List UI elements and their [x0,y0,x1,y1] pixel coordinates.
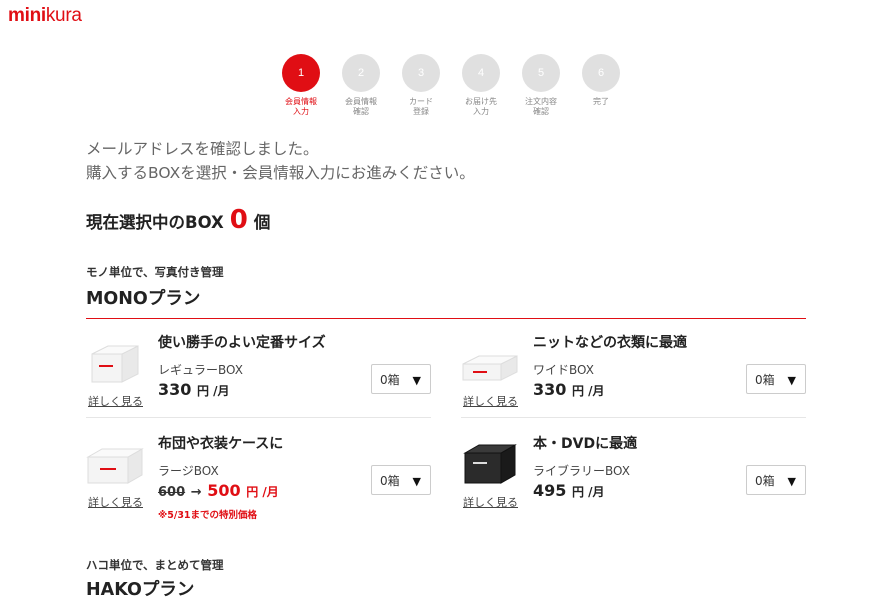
item-divider [461,417,806,418]
intro-message: メールアドレスを確認しました。 購入するBOXを選択・会員情報入力にお進みくださ… [86,137,475,185]
step-5: 5 注文内容 確認 [511,54,571,117]
product-library-box: 詳しく見る 本・DVDに最適 ライブラリーBOX 495 円 /月 0箱 ▼ [461,421,806,523]
intro-line-2: 購入するBOXを選択・会員情報入力にお進みください。 [86,164,475,182]
selected-unit: 個 [253,213,271,232]
product-title: ニットなどの衣類に最適 [533,335,687,351]
product-price: 330 円 /月 [533,380,605,399]
caret-down-icon: ▼ [787,374,796,387]
product-name: ワイドBOX [533,363,594,377]
step-label: カード 登録 [409,97,433,116]
sale-price: 500 円 /月 [207,481,279,500]
step-label: 会員情報 確認 [345,97,377,116]
price-unit: 円 /月 [571,485,605,499]
step-number: 5 [522,54,560,92]
details-link[interactable]: 詳しく見る [463,393,518,409]
product-name: ライブラリーBOX [533,464,630,478]
step-1: 1 会員情報 入力 [271,54,331,117]
price-unit: 円 /月 [571,384,605,398]
step-label: 会員情報 入力 [285,97,317,116]
details-link[interactable]: 詳しく見る [88,494,143,510]
quantity-value: 0箱 [755,473,775,488]
library-box-image [463,444,517,484]
item-divider [86,417,431,418]
selected-label: 現在選択中のBOX [86,213,224,232]
mono-plan-title: MONOプラン [86,289,201,309]
selected-count: 0 [229,205,248,235]
quantity-value: 0箱 [380,473,400,488]
product-regular-box: 詳しく見る 使い勝手のよい定番サイズ レギュラーBOX 330 円 /月 0箱 ▼ [86,320,431,422]
price-value: 330 [533,380,567,399]
price-value: 500 [207,481,241,500]
step-6: 6 完了 [571,54,631,117]
step-2: 2 会員情報 確認 [331,54,391,117]
step-label: 完了 [593,97,609,106]
large-box-image [86,448,144,484]
quantity-value: 0箱 [380,372,400,387]
wide-box-image [462,355,518,381]
product-name: レギュラーBOX [158,363,243,377]
quantity-select[interactable]: 0箱 ▼ [371,465,431,495]
minikura-logo[interactable]: minikura [8,5,82,27]
step-number: 4 [462,54,500,92]
product-title: 使い勝手のよい定番サイズ [158,335,326,351]
selected-box-count: 現在選択中のBOX 0 個 [86,205,270,235]
step-number: 6 [582,54,620,92]
special-price-note: ※5/31までの特別価格 [158,510,258,521]
price-value: 330 [158,380,192,399]
hako-plan-title: HAKOプラン [86,580,195,600]
regular-box-image [91,345,139,383]
product-large-box: 詳しく見る 布団や衣装ケースに ラージBOX 600 → 500 円 /月 ※5… [86,421,431,523]
progress-steps: 1 会員情報 入力 2 会員情報 確認 3 カード 登録 4 お届け先 入力 5… [271,54,631,117]
caret-down-icon: ▼ [787,475,796,488]
step-label: 注文内容 確認 [525,97,557,116]
product-price: 330 円 /月 [158,380,230,399]
caret-down-icon: ▼ [412,374,421,387]
step-label: お届け先 入力 [465,97,497,116]
step-number: 1 [282,54,320,92]
caret-down-icon: ▼ [412,475,421,488]
mono-plan-subtitle: モノ単位で、写真付き管理 [86,265,224,279]
step-number: 2 [342,54,380,92]
product-price: 495 円 /月 [533,481,605,500]
quantity-select[interactable]: 0箱 ▼ [371,364,431,394]
old-price: 600 [158,485,186,500]
details-link[interactable]: 詳しく見る [463,494,518,510]
price-unit: 円 /月 [246,485,279,499]
plan-divider [86,318,806,319]
product-title: 布団や衣装ケースに [158,436,284,452]
step-4: 4 お届け先 入力 [451,54,511,117]
product-price: 600 → 500 円 /月 [158,481,279,500]
step-number: 3 [402,54,440,92]
price-arrow: → [190,485,202,500]
hako-plan-subtitle: ハコ単位で、まとめて管理 [86,558,224,572]
intro-line-1: メールアドレスを確認しました。 [86,140,319,158]
quantity-value: 0箱 [755,372,775,387]
quantity-select[interactable]: 0箱 ▼ [746,465,806,495]
step-3: 3 カード 登録 [391,54,451,117]
product-wide-box: 詳しく見る ニットなどの衣類に最適 ワイドBOX 330 円 /月 0箱 ▼ [461,320,806,422]
details-link[interactable]: 詳しく見る [88,393,143,409]
price-value: 495 [533,481,567,500]
price-unit: 円 /月 [196,384,230,398]
product-name: ラージBOX [158,464,219,478]
quantity-select[interactable]: 0箱 ▼ [746,364,806,394]
product-title: 本・DVDに最適 [533,436,638,452]
